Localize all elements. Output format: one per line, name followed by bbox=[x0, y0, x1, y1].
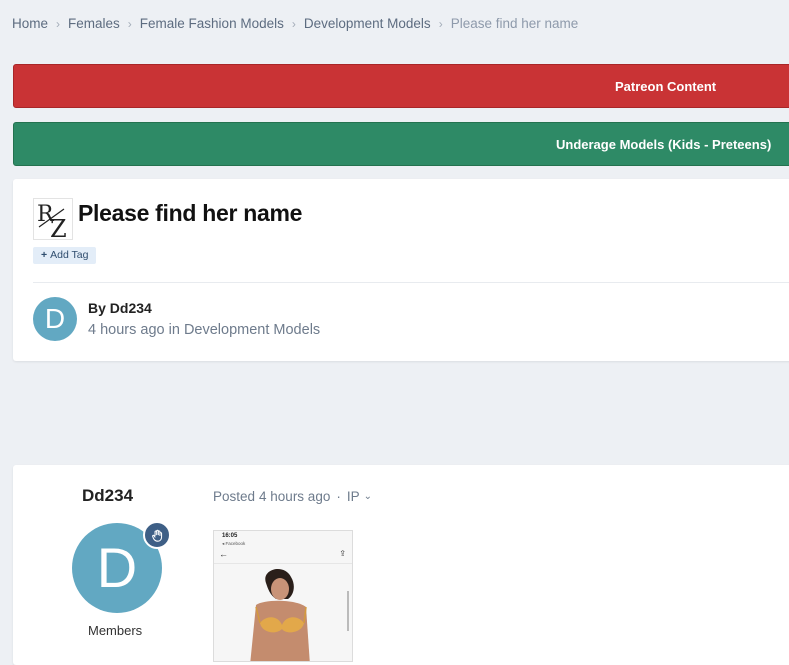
share-icon: ⇪ bbox=[339, 549, 346, 558]
patreon-content-label: Patreon Content bbox=[615, 78, 717, 94]
attachment-image[interactable]: 16:05 ◂ Facebook ← ⇪ bbox=[213, 530, 353, 662]
by-label: By bbox=[88, 300, 106, 316]
avatar-initial: D bbox=[96, 536, 138, 599]
post-meta[interactable]: Posted 4 hours ago · IP ⌄ bbox=[213, 489, 372, 504]
post-card: Dd234 D Members Posted 4 hours ago · IP … bbox=[13, 465, 789, 665]
patreon-content-banner[interactable]: Patreon Content bbox=[13, 64, 789, 108]
breadcrumb: Home › Females › Female Fashion Models ›… bbox=[12, 16, 578, 31]
forum-logo: R Z bbox=[33, 198, 73, 243]
phone-nav-bar bbox=[214, 549, 352, 564]
topic-time: 4 hours ago bbox=[88, 322, 165, 338]
avatar-initial: D bbox=[44, 303, 66, 334]
topic-meta: 4 hours ago in Development Models bbox=[88, 322, 320, 338]
author-link[interactable]: Dd234 bbox=[110, 300, 152, 316]
back-arrow-icon: ← bbox=[219, 549, 228, 559]
phone-status-time: 16:05 bbox=[222, 533, 238, 539]
chevron-right-icon: › bbox=[291, 16, 296, 31]
breadcrumb-females[interactable]: Females bbox=[68, 16, 120, 31]
phone-status-app: ◂ Facebook bbox=[222, 541, 246, 546]
topic-title: Please find her name bbox=[78, 200, 303, 226]
chevron-right-icon: › bbox=[127, 16, 132, 31]
plus-icon: + bbox=[41, 249, 48, 261]
in-label: in bbox=[168, 322, 180, 338]
divider bbox=[33, 282, 789, 283]
posted-label: Posted bbox=[213, 489, 256, 504]
chevron-right-icon: › bbox=[56, 16, 61, 31]
topic-header: R Z Please find her name + Add Tag D By D… bbox=[13, 179, 789, 361]
photo-figure bbox=[250, 569, 310, 661]
breadcrumb-home[interactable]: Home bbox=[12, 16, 48, 31]
add-tag-label: Add Tag bbox=[50, 249, 89, 261]
chevron-right-icon: › bbox=[438, 16, 443, 31]
chevron-down-icon: ⌄ bbox=[363, 491, 372, 502]
underage-models-label: Underage Models (Kids - Preteens) bbox=[556, 136, 772, 152]
forum-link[interactable]: Development Models bbox=[184, 322, 320, 338]
hand-icon bbox=[143, 521, 171, 549]
ip-label[interactable]: IP bbox=[347, 489, 360, 504]
svg-text:Z: Z bbox=[50, 215, 67, 239]
breadcrumb-development-models[interactable]: Development Models bbox=[304, 16, 431, 31]
member-group: Members bbox=[88, 623, 143, 638]
underage-models-banner[interactable]: Underage Models (Kids - Preteens) bbox=[13, 122, 789, 166]
breadcrumb-current: Please find her name bbox=[450, 16, 579, 31]
add-tag-button[interactable]: + Add Tag bbox=[33, 247, 97, 264]
scrollbar bbox=[347, 591, 349, 631]
posted-time: 4 hours ago bbox=[259, 489, 331, 504]
post-author-name[interactable]: Dd234 bbox=[82, 486, 133, 506]
byline: By Dd234 bbox=[88, 300, 152, 316]
avatar[interactable]: D bbox=[33, 297, 77, 341]
separator-dot: · bbox=[336, 489, 341, 504]
breadcrumb-female-fashion-models[interactable]: Female Fashion Models bbox=[140, 16, 284, 31]
